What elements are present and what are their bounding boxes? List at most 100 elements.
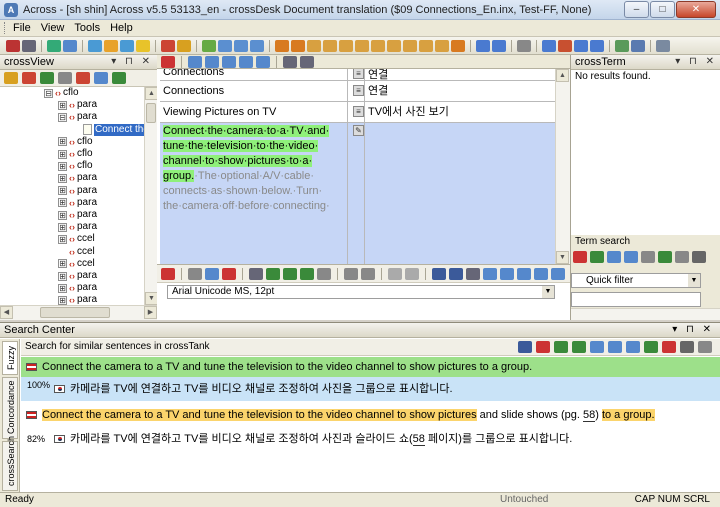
tree-node[interactable]: ⊞ ‹› para: [58, 294, 97, 305]
source-cell[interactable]: Connections: [160, 81, 348, 101]
tab-concordance[interactable]: Concordance: [2, 377, 18, 439]
tree-expander-icon[interactable]: ⊞: [58, 137, 67, 147]
tree-expander-icon[interactable]: ⊞: [58, 222, 67, 232]
active-segment-row[interactable]: Connect·the·camera·to·a·TV·and· tune·the…: [160, 123, 555, 264]
pilcrow3-icon[interactable]: [466, 267, 480, 280]
undo-arrow-icon[interactable]: [388, 267, 402, 280]
window-layout-icon-1[interactable]: [542, 39, 556, 52]
menu-tools[interactable]: Tools: [74, 22, 100, 34]
tree-expander-icon[interactable]: ⊞: [58, 271, 67, 281]
tree-node[interactable]: ⊞ ‹› cflo: [58, 136, 93, 148]
search-icon[interactable]: [94, 72, 108, 84]
tab-crosssearch[interactable]: crossSearch: [2, 436, 18, 491]
minimize-button[interactable]: –: [624, 1, 649, 18]
delete-icon[interactable]: [662, 341, 676, 353]
align-justify-icon[interactable]: [551, 267, 565, 280]
fuzzy-result-source[interactable]: Connect the camera to a TV and tune the …: [21, 357, 720, 377]
zoom-in-icon[interactable]: [283, 55, 297, 68]
tag-icon[interactable]: [344, 267, 358, 280]
accept-next-icon[interactable]: [283, 267, 297, 280]
flag-kr-icon[interactable]: [161, 267, 175, 280]
copy-icon[interactable]: [641, 251, 655, 263]
tools2-icon[interactable]: [656, 39, 670, 52]
doc-icon[interactable]: [607, 251, 621, 263]
term-search-input[interactable]: [571, 292, 701, 307]
tree-expander-icon[interactable]: ⊞: [58, 295, 67, 305]
nav-icon-5[interactable]: [371, 39, 385, 52]
save-icon[interactable]: [249, 267, 263, 280]
target-cell[interactable]: 연결: [365, 69, 555, 80]
copy-source-icon[interactable]: [590, 341, 604, 353]
source-cell[interactable]: Viewing Pictures on TV: [160, 102, 348, 122]
nav-icon-7[interactable]: [403, 39, 417, 52]
document-tree[interactable]: ⊟ ‹› cflo ⊞ ‹› para ⊟ ‹› para Connect the ⊞ ‹› cflo ⊞…: [0, 87, 144, 305]
target-cell[interactable]: TV에서 사진 보기: [365, 102, 555, 122]
align-icon-1[interactable]: [188, 55, 202, 68]
tree-expander-icon[interactable]: ⊞: [58, 186, 67, 196]
tree-node[interactable]: ⊞ ‹› para: [58, 99, 97, 111]
tree-expander-icon[interactable]: ⊞: [58, 234, 67, 244]
tree-node[interactable]: ⊞ ‹› para: [58, 209, 97, 221]
window-layout-icon-2[interactable]: [558, 39, 572, 52]
binoculars-icon[interactable]: [518, 341, 532, 353]
crossview-controls[interactable]: ▾ ⊓ ✕: [111, 55, 153, 69]
tree-node[interactable]: ⊟ ‹› cflo: [44, 87, 79, 99]
tree-expander-icon[interactable]: ⊞: [58, 259, 67, 269]
tree-expander-icon[interactable]: ⊞: [58, 283, 67, 293]
editor-target-area[interactable]: [157, 300, 570, 320]
pilcrow-icon[interactable]: [680, 341, 694, 353]
nav-icon-2[interactable]: [323, 39, 337, 52]
scroll-up-icon[interactable]: ▲: [556, 69, 569, 82]
tools-icon[interactable]: [22, 39, 36, 52]
editor-vscrollbar[interactable]: ▲ ▼: [555, 69, 570, 264]
search-center-controls[interactable]: ▾ ⊓ ✕: [672, 323, 714, 337]
clip-icon[interactable]: [58, 72, 72, 84]
fuzzy-result-source[interactable]: Connect the camera to a TV and tune the …: [21, 405, 720, 425]
scroll-thumb[interactable]: [146, 103, 156, 123]
menu-file[interactable]: File: [13, 22, 31, 34]
copy-icon[interactable]: [317, 267, 331, 280]
nav-icon-4[interactable]: [355, 39, 369, 52]
tree-node[interactable]: ⊞ ‹› cflo: [58, 160, 93, 172]
nav-icon-9[interactable]: [435, 39, 449, 52]
projects-icon[interactable]: [63, 39, 77, 52]
scroll-down-icon[interactable]: ▼: [556, 251, 569, 264]
copy-target-icon[interactable]: [608, 341, 622, 353]
window-layout-icon-4[interactable]: [590, 39, 604, 52]
list-icon[interactable]: [22, 72, 36, 84]
warning-icon[interactable]: [205, 267, 219, 280]
active-source-cell[interactable]: Connect·the·camera·to·a·TV·and· tune·the…: [160, 123, 348, 264]
network-icon[interactable]: [631, 39, 645, 52]
lookup-icon[interactable]: [554, 341, 568, 353]
panel-icon[interactable]: [104, 39, 118, 52]
tree-expander-icon[interactable]: ⊞: [58, 161, 67, 171]
close-icon[interactable]: [692, 251, 706, 263]
term-hscrollbar[interactable]: [571, 308, 720, 320]
maximize-button[interactable]: □: [650, 1, 675, 18]
tree-node[interactable]: ⊞ ‹› para: [58, 172, 97, 184]
segment-view2-icon[interactable]: [234, 39, 248, 52]
tag2-icon[interactable]: [361, 267, 375, 280]
refresh-icon[interactable]: [658, 251, 672, 263]
tree-expander-icon[interactable]: ⊞: [58, 100, 67, 110]
pilcrow-icon[interactable]: [432, 267, 446, 280]
crossterm-controls[interactable]: ▾ ⊓ ✕: [675, 55, 717, 69]
segment-row[interactable]: Viewing Pictures on TV ≡ TV에서 사진 보기: [160, 102, 555, 123]
menu-help[interactable]: Help: [110, 22, 133, 34]
font-select[interactable]: Arial Unicode MS, 12pt ▼: [167, 285, 555, 299]
tree-expander-icon[interactable]: ⊞: [58, 173, 67, 183]
nav-icon-10[interactable]: [451, 39, 465, 52]
nav-icon-6[interactable]: [387, 39, 401, 52]
align-icon-4[interactable]: [239, 55, 253, 68]
edit-icon[interactable]: [675, 251, 689, 263]
redo-arrow-icon[interactable]: [405, 267, 419, 280]
globe2-icon[interactable]: [492, 39, 506, 52]
align-icon-2[interactable]: [205, 55, 219, 68]
align-left-icon[interactable]: [500, 267, 514, 280]
source-cell[interactable]: Connections: [160, 69, 348, 80]
segment-view3-icon[interactable]: [250, 39, 264, 52]
hscroll-thumb[interactable]: [40, 307, 110, 318]
check-icon[interactable]: [40, 72, 54, 84]
globe-icon[interactable]: [476, 39, 490, 52]
tree-node[interactable]: ⊞ ‹› para: [58, 221, 97, 233]
